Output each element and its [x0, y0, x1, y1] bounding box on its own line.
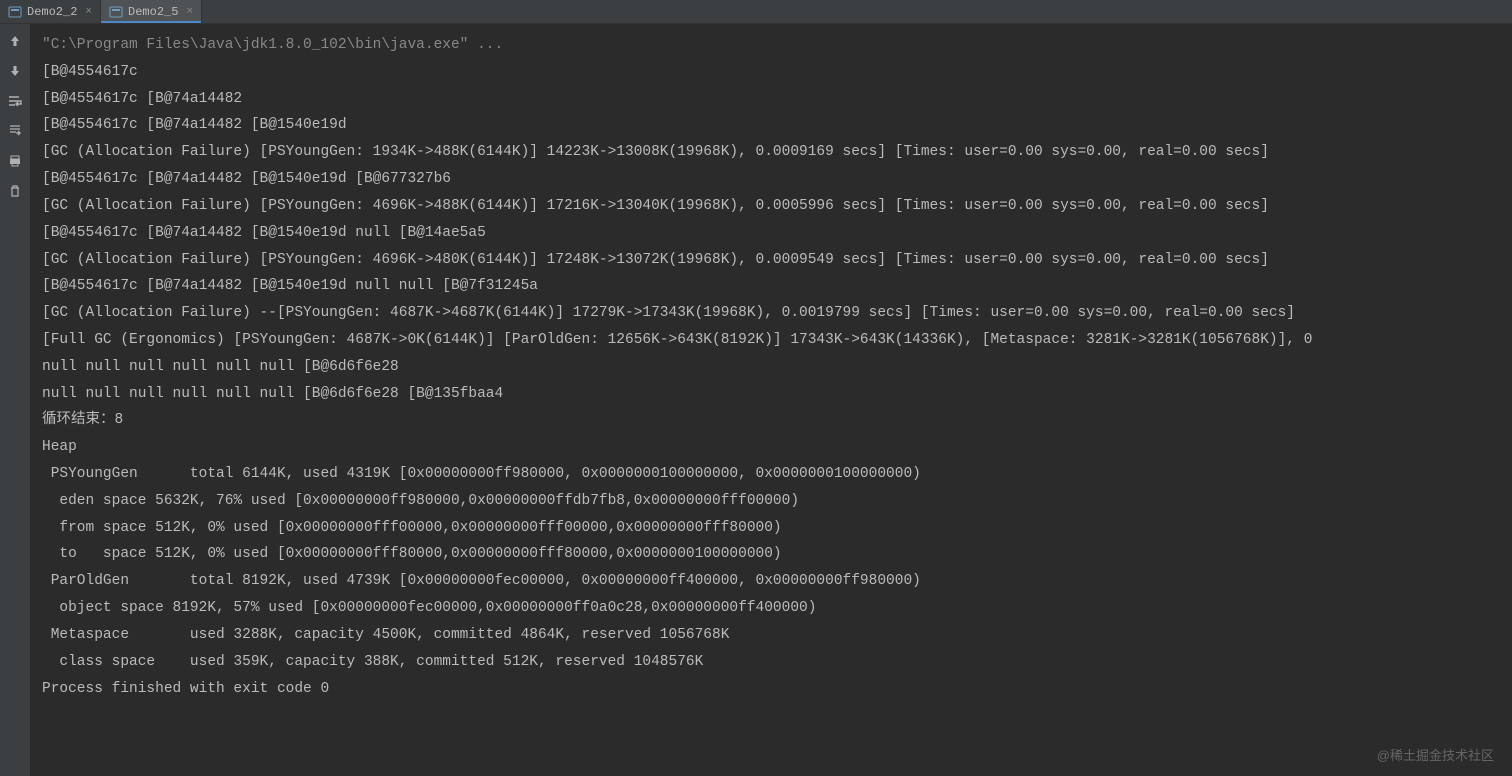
console-toolbar	[0, 24, 30, 776]
console-line: [B@4554617c	[42, 59, 1500, 86]
console-line: PSYoungGen total 6144K, used 4319K [0x00…	[42, 461, 1500, 488]
console-line: eden space 5632K, 76% used [0x00000000ff…	[42, 488, 1500, 515]
up-arrow-icon[interactable]	[6, 32, 24, 50]
console-line: [GC (Allocation Failure) [PSYoungGen: 19…	[42, 139, 1500, 166]
watermark: @稀土掘金技术社区	[1377, 745, 1494, 764]
console-line: [GC (Allocation Failure) --[PSYoungGen: …	[42, 300, 1500, 327]
console-line: [GC (Allocation Failure) [PSYoungGen: 46…	[42, 247, 1500, 274]
console-line: [B@4554617c [B@74a14482 [B@1540e19d null…	[42, 273, 1500, 300]
console-line: [B@4554617c [B@74a14482 [B@1540e19d	[42, 112, 1500, 139]
console-line: ParOldGen total 8192K, used 4739K [0x000…	[42, 568, 1500, 595]
tab-demo2-2[interactable]: Demo2_2 ×	[0, 0, 101, 23]
console-line: from space 512K, 0% used [0x00000000fff0…	[42, 515, 1500, 542]
soft-wrap-icon[interactable]	[6, 92, 24, 110]
scroll-to-end-icon[interactable]	[6, 122, 24, 140]
console-line: class space used 359K, capacity 388K, co…	[42, 649, 1500, 676]
trash-icon[interactable]	[6, 182, 24, 200]
close-icon[interactable]: ×	[186, 6, 193, 18]
console-line: object space 8192K, 57% used [0x00000000…	[42, 595, 1500, 622]
console-line: [B@4554617c [B@74a14482 [B@1540e19d [B@6…	[42, 166, 1500, 193]
console-line: Process finished with exit code 0	[42, 676, 1500, 703]
console-line: [B@4554617c [B@74a14482	[42, 86, 1500, 113]
ide-container: Demo2_2 × Demo2_5 ×	[0, 0, 1512, 776]
run-config-icon	[109, 5, 123, 19]
run-config-icon	[8, 5, 22, 19]
tabs-bar: Demo2_2 × Demo2_5 ×	[0, 0, 1512, 24]
tab-demo2-5[interactable]: Demo2_5 ×	[101, 0, 202, 23]
print-icon[interactable]	[6, 152, 24, 170]
console-line: Heap	[42, 434, 1500, 461]
close-icon[interactable]: ×	[85, 6, 92, 18]
tab-label: Demo2_5	[128, 5, 178, 19]
console-line: "C:\Program Files\Java\jdk1.8.0_102\bin\…	[42, 32, 1500, 59]
console-line: to space 512K, 0% used [0x00000000fff800…	[42, 541, 1500, 568]
console-line: null null null null null null [B@6d6f6e2…	[42, 354, 1500, 381]
down-arrow-icon[interactable]	[6, 62, 24, 80]
console-line: 循环结束：8	[42, 407, 1500, 434]
tab-label: Demo2_2	[27, 5, 77, 19]
console-line: [Full GC (Ergonomics) [PSYoungGen: 4687K…	[42, 327, 1500, 354]
console-output[interactable]: "C:\Program Files\Java\jdk1.8.0_102\bin\…	[30, 24, 1512, 776]
console-line: Metaspace used 3288K, capacity 4500K, co…	[42, 622, 1500, 649]
console-line: null null null null null null [B@6d6f6e2…	[42, 381, 1500, 408]
console-line: [GC (Allocation Failure) [PSYoungGen: 46…	[42, 193, 1500, 220]
main-area: "C:\Program Files\Java\jdk1.8.0_102\bin\…	[0, 24, 1512, 776]
console-line: [B@4554617c [B@74a14482 [B@1540e19d null…	[42, 220, 1500, 247]
